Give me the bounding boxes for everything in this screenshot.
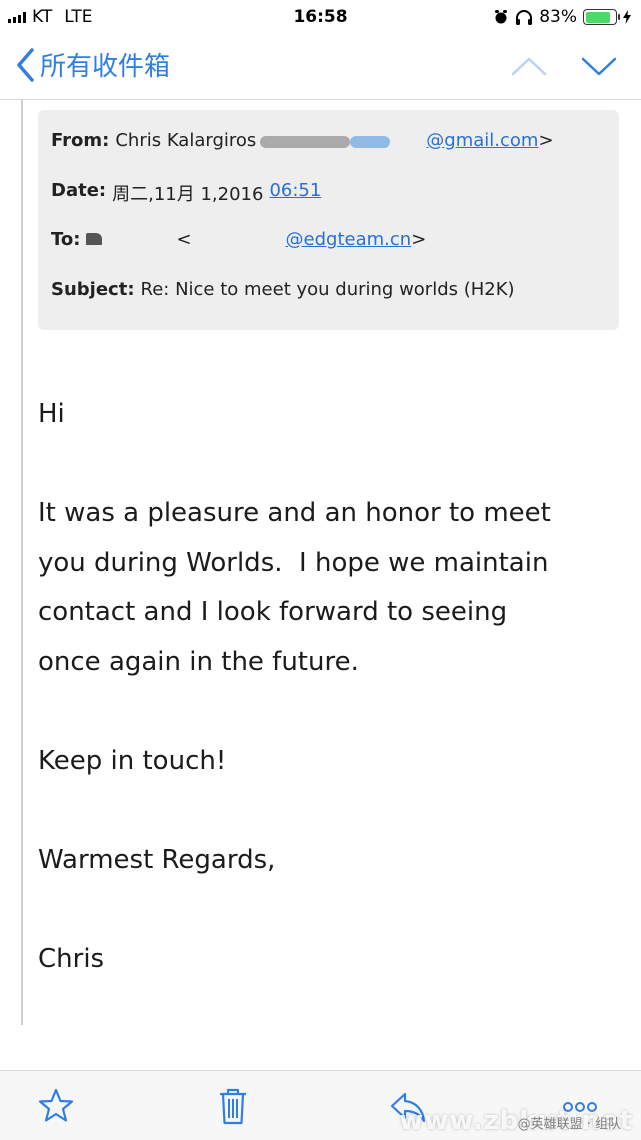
chevron-left-icon [17, 47, 34, 82]
nav-bar: 所有收件箱 [0, 34, 641, 100]
date-label: Date: [51, 179, 107, 201]
message-content: From: Chris Kalargiros @gmail.com > Date… [0, 100, 641, 1070]
date-value: 周二,11月 1,2016 [112, 183, 264, 205]
to-close: > [411, 229, 427, 250]
back-label: 所有收件箱 [40, 52, 171, 82]
redacted-region [260, 136, 351, 148]
from-label: From: [51, 130, 110, 151]
greeting: Hi [38, 399, 65, 429]
signal-icon [8, 11, 26, 23]
trash-icon[interactable] [213, 1085, 253, 1127]
body-paragraph: Keep in touch! [38, 745, 227, 776]
email-body: Hi It was a pleasure and an honor to mee… [38, 390, 618, 984]
subject-row: Subject: Re: Nice to meet you during wor… [51, 279, 619, 329]
from-name: Chris Kalargiros [115, 130, 257, 151]
date-time-link[interactable]: 06:51 [269, 180, 321, 201]
status-right: 83% [493, 7, 631, 27]
battery-fill [585, 11, 610, 23]
carrier-label: KT [32, 7, 53, 27]
body-paragraph: It was a pleasure and an honor to meet y… [38, 498, 551, 677]
to-label: To: [51, 229, 81, 250]
chevron-up-icon[interactable] [509, 48, 549, 84]
redacted-region [350, 136, 391, 148]
battery-percent: 83% [539, 7, 577, 27]
star-icon[interactable] [36, 1085, 76, 1127]
battery-icon [583, 9, 620, 25]
alarm-icon [495, 10, 508, 24]
headphones-icon [516, 10, 533, 25]
watermark-credit: @英雄联盟 · 组队 [517, 1117, 621, 1132]
chevron-down-icon[interactable] [579, 48, 619, 84]
quote-bar [21, 100, 23, 1025]
to-avatar-redacted [86, 233, 103, 245]
network-label: LTE [64, 7, 93, 27]
to-email-link[interactable]: @edgteam.cn [286, 229, 412, 250]
status-bar: KT LTE 16:58 83% [0, 0, 641, 34]
subject-label: Subject: [51, 278, 135, 300]
date-row: Date: 周二,11月 1,2016 06:51 [51, 180, 619, 230]
status-left: KT LTE [8, 7, 92, 27]
email-header: From: Chris Kalargiros @gmail.com > Date… [38, 110, 619, 330]
from-row: From: Chris Kalargiros @gmail.com > [51, 130, 619, 180]
back-button[interactable]: 所有收件箱 [16, 46, 170, 83]
from-email-close: > [538, 130, 554, 151]
mail-app: KT LTE 16:58 83% 所有收件箱 From: Chris Kalar… [0, 0, 641, 1140]
message-nav [509, 48, 619, 84]
to-open: < [176, 229, 192, 250]
from-email-link[interactable]: @gmail.com [426, 130, 538, 151]
subject-value: Re: Nice to meet you during worlds (H2K) [140, 278, 515, 300]
charging-bolt-icon [623, 10, 631, 24]
bottom-toolbar: www.zbkut.net @英雄联盟 · 组队 [0, 1070, 641, 1140]
signature: Chris [38, 943, 105, 974]
to-row: To: < @edgteam.cn > [51, 229, 619, 279]
closing: Warmest Regards, [38, 844, 276, 875]
